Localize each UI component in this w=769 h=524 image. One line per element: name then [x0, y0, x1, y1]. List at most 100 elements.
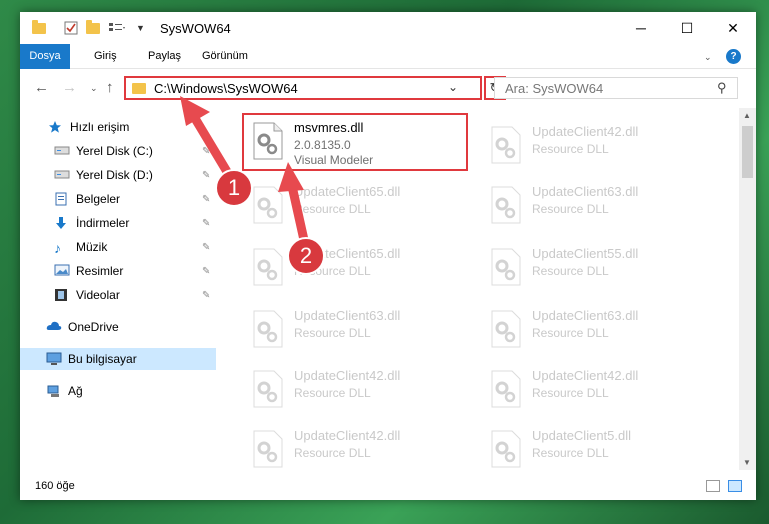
properties-icon[interactable] [64, 20, 78, 36]
dll-file-icon [491, 126, 521, 164]
sidebar-item-label: İndirmeler [76, 216, 130, 230]
file-type: Resource DLL [294, 386, 371, 400]
file-tile[interactable]: UpdateClient63.dll Resource DLL [482, 302, 712, 358]
file-name: UpdateClient55.dll [532, 246, 639, 261]
sidebar-item-label: Videolar [76, 288, 120, 302]
sidebar-item-this-pc[interactable]: Bu bilgisayar [20, 348, 216, 370]
sidebar-item-disk-c[interactable]: Yerel Disk (C:) ✎ [20, 140, 216, 162]
dll-file-icon [253, 248, 283, 286]
file-type: Resource DLL [532, 264, 609, 278]
dll-file-icon [253, 310, 283, 348]
file-name: UpdateClient63.dll [294, 308, 401, 323]
file-list: msvmres.dll 2.0.8135.0 Visual Modeler Up… [236, 108, 736, 470]
tab-gorunum[interactable]: Görünüm [202, 44, 248, 69]
close-button[interactable]: ✕ [710, 12, 756, 44]
recent-locations-icon[interactable]: ⌄ [90, 83, 98, 94]
pin-icon: ✎ [202, 265, 211, 277]
search-input[interactable]: Ara: SysWOW64 ⚲ [494, 77, 738, 99]
ribbon-tabs: Dosya Giriş Paylaş Görünüm ⌄ ? [20, 44, 756, 69]
file-name: UpdateClient42.dll [294, 368, 401, 383]
file-type: Resource DLL [532, 142, 609, 156]
sidebar-item-network[interactable]: Ağ [20, 380, 216, 402]
sidebar-item-pictures[interactable]: Resimler ✎ [20, 260, 216, 282]
customize-toolbar-icon[interactable]: ▼ [136, 20, 145, 36]
file-tile[interactable]: UpdateClient63.dll Resource DLL [244, 302, 474, 358]
tab-paylas[interactable]: Paylaş [148, 44, 181, 69]
file-tile[interactable]: UpdateClient5.dll Resource DLL [482, 422, 712, 478]
sidebar-item-videos[interactable]: Videolar ✎ [20, 284, 216, 306]
dll-file-icon [491, 248, 521, 286]
file-tile[interactable]: UpdateClient42.dll Resource DLL [244, 422, 474, 478]
file-tile[interactable]: UpdateClient42.dll Resource DLL [244, 362, 474, 418]
address-bar[interactable]: C:\Windows\SysWOW64 ⌄ [124, 76, 482, 100]
sidebar-item-label: OneDrive [68, 320, 119, 334]
file-type: Resource DLL [294, 326, 371, 340]
file-type: Resource DLL [294, 446, 371, 460]
details-view-icon[interactable] [706, 480, 720, 492]
drive-icon [54, 168, 70, 182]
maximize-button[interactable]: ☐ [664, 12, 710, 44]
file-tile[interactable]: UpdateClient42.dll Resource DLL [482, 362, 712, 418]
scroll-down-icon[interactable]: ▼ [743, 458, 751, 467]
new-folder-icon[interactable] [86, 19, 100, 36]
sidebar-item-quick-access[interactable]: Hızlı erişim [20, 116, 216, 138]
file-name: UpdateClient65.dll [294, 184, 401, 199]
file-type: Resource DLL [294, 202, 371, 216]
address-dropdown-icon[interactable]: ⌄ [448, 80, 458, 94]
tab-dosya[interactable]: Dosya [20, 44, 70, 69]
tab-giris[interactable]: Giriş [94, 44, 117, 69]
star-icon [48, 120, 64, 134]
sidebar-item-disk-d[interactable]: Yerel Disk (D:) ✎ [20, 164, 216, 186]
file-tile[interactable]: UpdateClient63.dll Resource DLL [482, 178, 712, 234]
file-tile[interactable]: UpdateClient65.dll Resource DLL [244, 240, 474, 296]
navigation-pane: Hızlı erişim Yerel Disk (C:) ✎ Yerel Dis… [20, 108, 216, 470]
window-title: SysWOW64 [160, 21, 231, 36]
sidebar-item-label: Yerel Disk (C:) [76, 144, 153, 158]
dll-file-icon [253, 186, 283, 224]
sidebar-item-documents[interactable]: Belgeler ✎ [20, 188, 216, 210]
sidebar-item-label: Ağ [68, 384, 83, 398]
sidebar-item-label: Müzik [76, 240, 108, 254]
film-icon [54, 288, 70, 302]
dll-file-icon [491, 430, 521, 468]
pin-icon: ✎ [202, 241, 211, 253]
scroll-up-icon[interactable]: ▲ [743, 111, 751, 120]
file-type: Resource DLL [532, 446, 609, 460]
dll-file-icon [491, 370, 521, 408]
status-bar: 160 öğe [20, 474, 756, 500]
expand-ribbon-icon[interactable]: ⌄ [704, 49, 712, 65]
file-name: UpdateClient63.dll [532, 308, 639, 323]
title-bar: ▼ SysWOW64 ─ ☐ ✕ [20, 12, 756, 44]
dll-file-icon [491, 186, 521, 224]
file-type: Resource DLL [532, 326, 609, 340]
folder-icon [32, 19, 46, 36]
vertical-scrollbar[interactable]: ▲ ▼ [739, 108, 756, 470]
file-tile[interactable]: UpdateClient42.dll Resource DLL [482, 118, 712, 174]
music-note-icon: ♪ [54, 240, 61, 256]
scroll-thumb[interactable] [742, 126, 753, 178]
view-icon[interactable] [108, 20, 126, 36]
up-arrow-icon[interactable]: ↑ [106, 79, 114, 96]
sidebar-item-label: Yerel Disk (D:) [76, 168, 153, 182]
marker-2-label: 2 [299, 243, 313, 268]
sidebar-item-label: Hızlı erişim [70, 120, 130, 134]
sidebar-item-downloads[interactable]: İndirmeler ✎ [20, 212, 216, 234]
back-arrow-icon[interactable]: ← [34, 79, 49, 96]
large-icons-view-icon[interactable] [728, 480, 742, 492]
file-name: UpdateClient42.dll [532, 368, 639, 383]
sidebar-item-music[interactable]: ♪ Müzik ✎ [20, 236, 216, 258]
dll-file-icon [253, 430, 283, 468]
minimize-button[interactable]: ─ [618, 12, 664, 44]
address-folder-icon [132, 83, 146, 94]
file-name: UpdateClient63.dll [532, 184, 639, 199]
drive-icon [54, 144, 70, 158]
file-tile[interactable]: UpdateClient55.dll Resource DLL [482, 240, 712, 296]
file-tile[interactable]: UpdateClient65.dll Resource DLL [244, 178, 474, 234]
help-icon[interactable]: ? [726, 49, 741, 64]
download-arrow-icon [54, 216, 70, 230]
sidebar-item-onedrive[interactable]: OneDrive [20, 316, 216, 338]
search-icon: ⚲ [717, 80, 727, 95]
computer-icon [46, 352, 62, 366]
forward-arrow-icon[interactable]: → [62, 79, 77, 96]
dll-file-icon [491, 310, 521, 348]
